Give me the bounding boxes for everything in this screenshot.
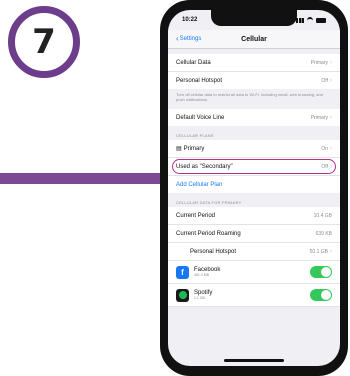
chevron-right-icon: › [330,145,332,152]
row-value: 50.1 GB [309,248,328,255]
row-label: Used as "Secondary" [176,163,233,170]
spotify-toggle[interactable] [310,289,332,301]
back-button[interactable]: ‹ Settings [176,34,202,43]
app-usage: 461.3 MB [194,273,209,277]
cellular-plans-header: CELLULAR PLANS [176,133,214,138]
chevron-left-icon: ‹ [176,34,179,43]
row-value: 10.4 GB [313,212,332,219]
chevron-right-icon: › [330,248,332,255]
add-cellular-plan-link[interactable]: Add Cellular Plan [168,176,340,193]
chevron-right-icon: › [330,59,332,66]
settings-content: Cellular Data Primary › Personal Hotspot … [168,48,340,366]
settings-group-usage: Current Period 10.4 GB Current Period Ro… [168,207,340,307]
settings-group-voice: Default Voice Line Primary › [168,109,340,126]
status-time: 10:22 [182,17,198,23]
connector-line [0,173,168,184]
plan-primary-row[interactable]: ▤ Primary On › [168,140,340,158]
row-value: On [321,145,328,152]
plan-secondary-row[interactable]: Used as "Secondary" Off › [168,158,340,176]
row-label: Personal Hotspot [176,77,223,84]
navigation-bar: ‹ Settings Cellular [168,30,340,49]
app-row-facebook: f Facebook 461.3 MB [168,261,340,284]
cellular-data-for-header: CELLULAR DATA FOR PRIMARY [176,200,242,205]
spotify-icon [176,288,189,302]
phone-frame: 10:22 ‹ Settings Cellular Cellular Data … [160,0,348,376]
step-number: 7 [32,22,56,62]
phone-screen: 10:22 ‹ Settings Cellular Cellular Data … [168,10,340,366]
cellular-data-note: Turn off cellular data to restrict all d… [168,89,340,106]
personal-hotspot-row[interactable]: Personal Hotspot Off › [168,72,340,89]
status-icons [296,16,326,24]
back-label: Settings [179,36,202,42]
default-voice-line-row[interactable]: Default Voice Line Primary › [168,109,340,126]
row-label: Current Period [176,212,216,219]
app-row-spotify: Spotify 1.1 GB [168,284,340,307]
battery-icon [316,17,326,23]
signal-icon [296,17,304,23]
row-value: Off [321,77,328,84]
row-value: Primary [310,114,328,121]
current-period-roaming-row: Current Period Roaming 639 KB [168,225,340,243]
settings-group-plans: ▤ Primary On › Used as "Secondary" Off › A… [168,140,340,193]
facebook-toggle[interactable] [310,266,332,278]
row-value: Primary [310,59,328,66]
row-label: Current Period Roaming [176,230,241,237]
facebook-icon: f [176,265,189,279]
page-title: Cellular [241,35,267,43]
row-value: Off [321,163,328,170]
settings-group-data: Cellular Data Primary › Personal Hotspot … [168,54,340,89]
step-number-badge: 7 [8,6,80,78]
phone-notch [211,10,297,26]
current-period-row: Current Period 10.4 GB [168,207,340,225]
app-usage: 1.1 GB [194,296,205,300]
chevron-right-icon: › [330,77,332,84]
wifi-icon [307,16,313,24]
usage-personal-hotspot-row[interactable]: Personal Hotspot 50.1 GB › [168,243,340,261]
row-value: 639 KB [315,230,332,237]
row-label: Primary [183,145,205,152]
cellular-data-row[interactable]: Cellular Data Primary › [168,54,340,72]
row-label: Default Voice Line [176,114,225,121]
chevron-right-icon: › [330,114,332,121]
home-indicator [224,359,284,362]
chevron-right-icon: › [330,163,332,170]
sim-icon: ▤ [176,146,182,152]
row-label: Personal Hotspot [190,248,237,255]
row-label: Cellular Data [176,59,211,66]
